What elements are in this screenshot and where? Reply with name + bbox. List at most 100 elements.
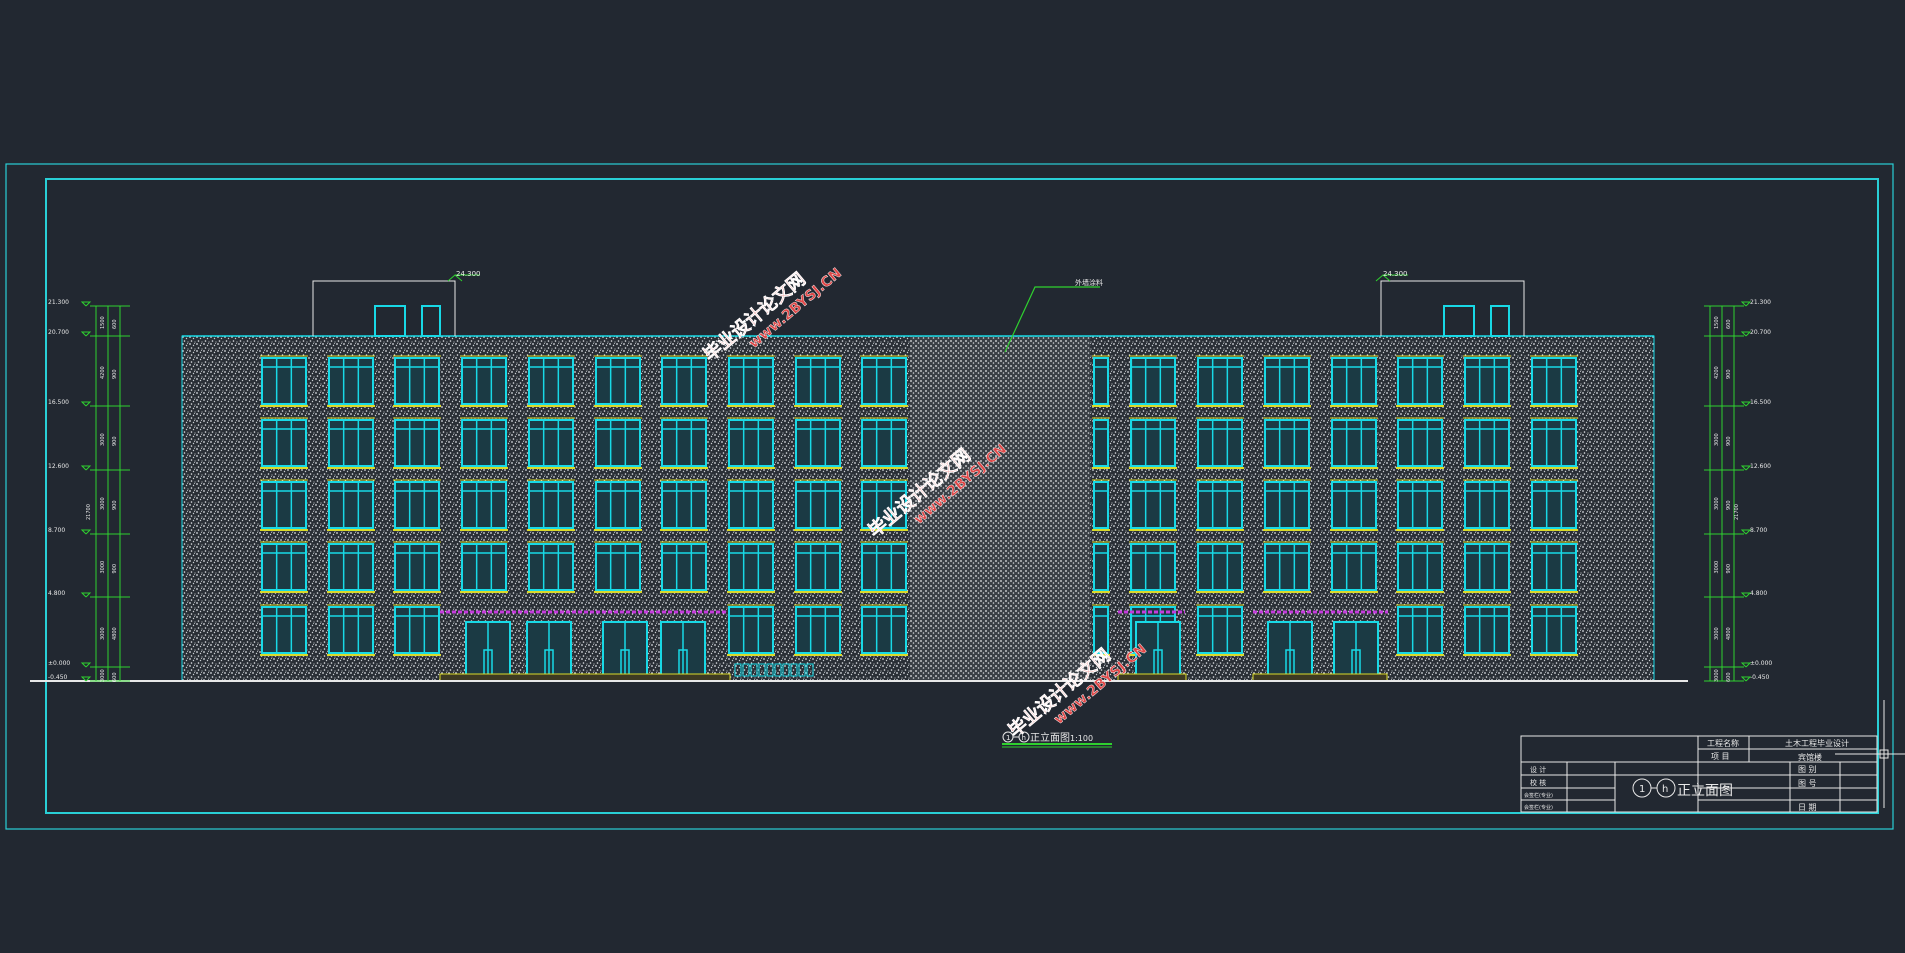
window-frame (1397, 481, 1443, 529)
svg-text:1: 1 (1006, 734, 1010, 742)
level-marker (1740, 401, 1752, 407)
window-frame (795, 543, 841, 591)
window (527, 355, 575, 407)
window-frame (261, 357, 307, 405)
tb-project-name-label: 工程名称 (1707, 738, 1739, 748)
window (727, 541, 775, 593)
entrance-door (602, 621, 648, 682)
material-note: 外墙涂料 (1075, 278, 1103, 287)
window (260, 417, 308, 469)
window (727, 479, 775, 531)
window-frame (1397, 543, 1443, 591)
window-frame (1264, 419, 1310, 467)
dimension-value: 900 (112, 436, 118, 446)
window-frame (595, 481, 641, 529)
total-dimension: 21700 (86, 504, 92, 520)
dimension-value: 3000 (1714, 561, 1720, 574)
window-frame (1331, 481, 1377, 529)
window (393, 355, 441, 407)
window-frame (461, 357, 507, 405)
window (1263, 541, 1311, 593)
window-frame (394, 606, 440, 654)
window (860, 355, 908, 407)
tb-drawing-title: 正立面图 (1677, 783, 1733, 799)
dimension-value: 3000 (1714, 497, 1720, 510)
window (1092, 479, 1110, 531)
window-frame (1531, 419, 1577, 467)
level-label: 8.700 (1750, 527, 1767, 534)
window-frame (1331, 419, 1377, 467)
dimension-value: 4200 (1714, 366, 1720, 379)
window (527, 541, 575, 593)
dimension-column-right: 21.300 20.700 16.500 12.600 8.700 4.800 ±0.000… (1704, 299, 1772, 682)
window (460, 541, 508, 593)
window (1129, 479, 1177, 531)
level-label: 12.600 (1750, 463, 1771, 470)
window (260, 541, 308, 593)
tb-project-value: 宾馆楼 (1798, 752, 1822, 762)
window (594, 417, 642, 469)
window (1263, 479, 1311, 531)
window-frame (1130, 357, 1176, 405)
total-dimension: 21700 (1734, 504, 1740, 520)
window (1396, 417, 1444, 469)
svg-text:h: h (1662, 784, 1668, 795)
level-label: 8.700 (48, 527, 65, 534)
window (1330, 417, 1378, 469)
level-label: 4.800 (48, 590, 65, 597)
entrance-door (465, 621, 511, 682)
dimension-value: 3000 (1714, 433, 1720, 446)
window (1330, 479, 1378, 531)
level-label: 4.800 (1750, 590, 1767, 597)
level-marker (1740, 676, 1752, 682)
window-frame (328, 481, 374, 529)
window-frame (795, 606, 841, 654)
window (1196, 417, 1244, 469)
window (260, 604, 308, 656)
window (794, 355, 842, 407)
window-frame (595, 543, 641, 591)
window (1129, 417, 1177, 469)
entrance-door (1333, 621, 1379, 682)
level-label: 21.300 (48, 299, 69, 306)
roof-door (1490, 305, 1510, 337)
entrance-steps-left (439, 673, 731, 682)
dimension-value: 900 (1726, 564, 1732, 574)
window-frame (1331, 357, 1377, 405)
window-frame (795, 357, 841, 405)
window-frame (261, 543, 307, 591)
level-marker (80, 401, 92, 407)
window-frame (394, 357, 440, 405)
roof-door (374, 305, 406, 337)
window (1196, 479, 1244, 531)
level-marker (80, 529, 92, 535)
dimension-value: 3000 (1714, 627, 1720, 640)
window-frame (1197, 357, 1243, 405)
dimension-value: 900 (112, 369, 118, 379)
window-frame (795, 419, 841, 467)
window-frame (728, 543, 774, 591)
window (327, 479, 375, 531)
dimension-column-left: 21.300 20.700 16.500 12.600 8.700 4.800 ±0.000… (48, 299, 130, 682)
window (1396, 604, 1444, 656)
level-marker (80, 465, 92, 471)
window-frame (1464, 481, 1510, 529)
dimension-value: 600 (1726, 319, 1732, 329)
window-frame (328, 419, 374, 467)
window (393, 604, 441, 656)
window (1196, 604, 1244, 656)
window-frame (394, 481, 440, 529)
window-frame (1093, 543, 1109, 591)
window-frame (328, 357, 374, 405)
window-frame (528, 481, 574, 529)
window (393, 479, 441, 531)
window (1196, 541, 1244, 593)
entrance-steps-mid (1117, 673, 1187, 682)
window (460, 479, 508, 531)
window (660, 417, 708, 469)
window-frame (861, 357, 907, 405)
window (1530, 541, 1578, 593)
roof-level-label-right: 24.300 (1383, 270, 1408, 278)
dimension-value: 900 (112, 564, 118, 574)
dimension-value: 900 (1726, 369, 1732, 379)
